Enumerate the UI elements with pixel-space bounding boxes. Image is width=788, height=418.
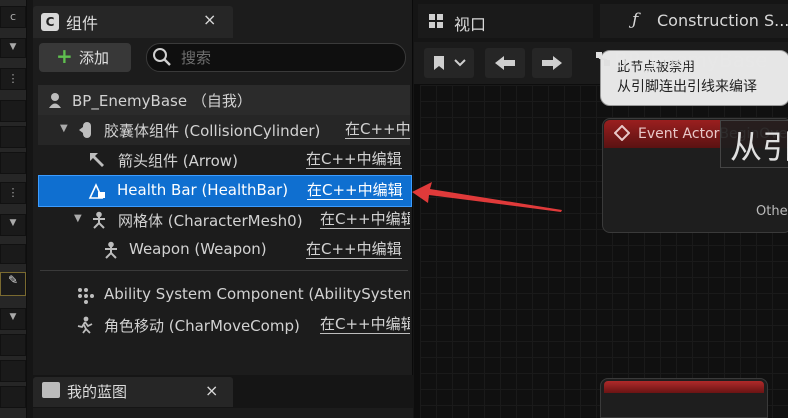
left-strip-dropdown-3[interactable]: ▼ — [0, 308, 26, 330]
close-icon[interactable]: × — [203, 10, 216, 29]
component-label: Health Bar (HealthBar) — [117, 181, 289, 199]
graph-title: BP_EnemyBase — [614, 48, 768, 72]
component-label: 角色移动 (CharMoveComp) — [104, 317, 300, 335]
left-toolbar-strip: c ▼ ⋮ ⋮ ▼ ✎ ▼ — [0, 0, 27, 418]
components-tab-title: 组件 — [66, 14, 99, 33]
chevron-down-icon: ▼ — [9, 42, 17, 52]
left-strip-dropdown[interactable]: ▼ — [0, 38, 26, 58]
grid-icon — [429, 14, 443, 28]
expand-arrow-icon[interactable]: ▼ — [60, 123, 68, 134]
component-row-root[interactable]: BP_EnemyBase （自我） — [38, 85, 410, 115]
arrow-icon — [90, 153, 104, 167]
left-strip-field-4[interactable] — [0, 244, 26, 264]
left-strip-item-c[interactable]: c — [0, 6, 26, 28]
left-strip-field-3[interactable] — [0, 152, 26, 174]
close-icon[interactable]: × — [205, 381, 218, 400]
left-strip-color-picker[interactable]: ✎ — [0, 272, 26, 296]
left-strip-dropdown-2[interactable]: ▼ — [0, 214, 26, 236]
forward-arrow-icon — [542, 56, 562, 70]
viewport-tab-label: 视口 — [454, 15, 487, 34]
left-strip-field-1[interactable] — [0, 100, 26, 122]
edit-in-cpp-link[interactable]: 在C++中编辑 — [320, 210, 410, 229]
component-label: Ability System Component (AbilitySystemC… — [104, 285, 410, 303]
component-row-mesh[interactable]: ▼ 网格体 (CharacterMesh0) 在C++中编辑 — [38, 205, 410, 235]
annotation-arrow — [412, 182, 562, 212]
move-icon — [77, 316, 93, 334]
components-tab-icon: C — [41, 13, 59, 31]
tab-viewport[interactable] — [418, 4, 593, 38]
tooltip-text: 从引脚连出引线来编译 — [617, 79, 757, 95]
component-row-arrow[interactable]: 箭头组件 (Arrow) 在C++中编辑 — [38, 145, 410, 175]
capsule-icon — [79, 122, 91, 138]
chevron-down-icon — [454, 59, 466, 67]
edit-in-cpp-link[interactable]: 在C++中编辑 — [306, 150, 402, 169]
widget-icon — [88, 183, 105, 199]
plus-icon: + — [56, 44, 73, 68]
eyedropper-icon: ✎ — [7, 273, 19, 287]
search-placeholder: 搜索 — [181, 49, 212, 67]
left-strip-field-2[interactable] — [0, 126, 26, 148]
bookmark-icon — [434, 56, 444, 70]
divider — [40, 270, 408, 271]
component-row-weapon[interactable]: Weapon (Weapon) 在C++中编辑 — [38, 235, 410, 265]
tab-my-blueprint[interactable] — [33, 377, 233, 407]
pin-label: Othe — [756, 204, 788, 219]
dots-icon — [78, 288, 94, 304]
component-row-healthbar[interactable]: Health Bar (HealthBar) 在C++中编辑 — [38, 175, 412, 207]
component-label: 网格体 (CharacterMesh0) — [118, 212, 303, 230]
pawn-icon — [49, 93, 61, 108]
left-strip-field-7[interactable] — [0, 386, 26, 408]
blueprint-book-icon — [42, 382, 60, 398]
expand-arrow-icon[interactable]: ▼ — [74, 213, 82, 224]
skeleton-icon — [105, 241, 117, 259]
search-icon — [153, 48, 171, 66]
my-blueprint-tab-title: 我的蓝图 — [67, 383, 128, 401]
component-label: BP_EnemyBase （自我） — [72, 92, 252, 110]
construction-tab-label: Construction S... — [657, 11, 788, 30]
edit-in-cpp-link[interactable]: 在C++中编辑 — [307, 181, 403, 200]
left-strip-menu-1[interactable]: ⋮ — [0, 68, 26, 90]
component-row-capsule[interactable]: ▼ 胶囊体组件 (CollisionCylinder) 在C++中编辑 — [38, 115, 410, 145]
component-label: 胶囊体组件 (CollisionCylinder) — [104, 122, 321, 140]
back-arrow-icon — [495, 56, 515, 70]
function-icon: ƒ — [632, 10, 639, 30]
chevron-down-icon: ▼ — [9, 218, 17, 228]
chevron-down-icon: ▼ — [9, 312, 17, 322]
back-button[interactable] — [485, 48, 525, 78]
graph-node-header — [604, 381, 764, 393]
forward-button[interactable] — [532, 48, 572, 78]
comment-text: 从引 — [730, 128, 788, 166]
my-blueprint-panel — [33, 408, 413, 418]
component-row-ability-system[interactable]: Ability System Component (AbilitySystemC… — [38, 280, 410, 310]
component-label: Weapon (Weapon) — [129, 240, 267, 258]
left-strip-field-6[interactable] — [0, 360, 26, 382]
event-diamond-icon — [614, 125, 630, 141]
component-label: 箭头组件 (Arrow) — [118, 152, 238, 170]
add-button-label: 添加 — [79, 49, 110, 67]
edit-in-cpp-link[interactable]: 在C++中编辑 — [320, 315, 410, 334]
blueprint-node-icon — [596, 52, 610, 66]
component-row-char-move[interactable]: 角色移动 (CharMoveComp) 在C++中编辑 — [38, 310, 410, 340]
left-strip-field-5[interactable] — [0, 334, 26, 356]
skeleton-icon — [93, 211, 105, 229]
edit-in-cpp-link[interactable]: 在C++中编辑 — [306, 240, 402, 259]
edit-in-cpp-link[interactable]: 在C++中编辑 — [345, 120, 410, 139]
bookmark-button[interactable] — [424, 48, 474, 78]
left-strip-menu-2[interactable]: ⋮ — [0, 182, 26, 204]
